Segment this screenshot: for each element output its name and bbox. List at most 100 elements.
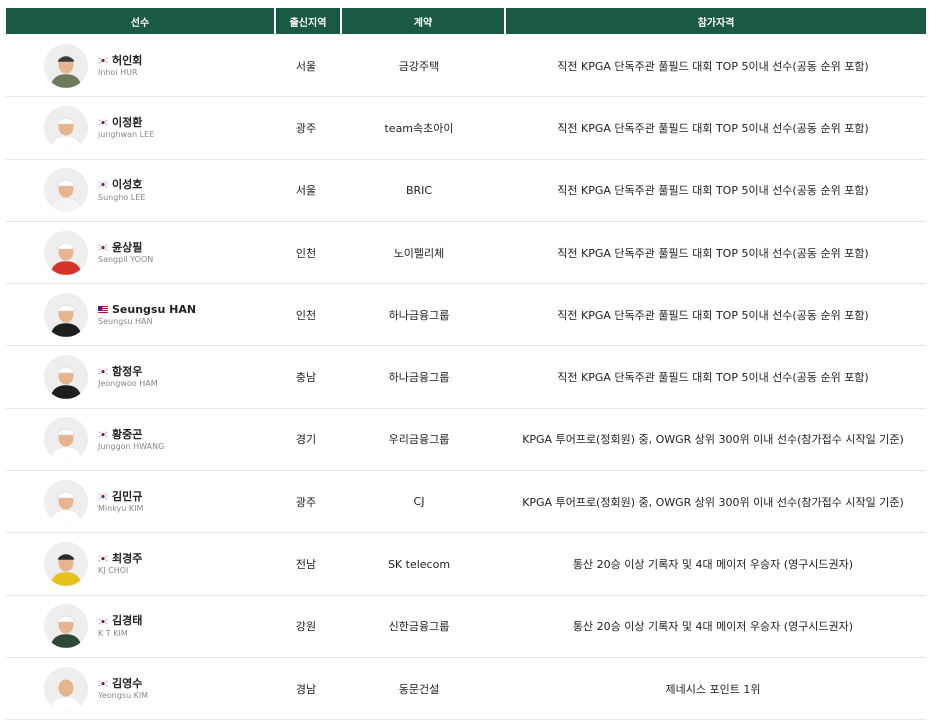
table-row[interactable]: 황중곤 Junggon HWANG 경기 우리금융그룹 KPGA 투어프로(정회… bbox=[6, 409, 926, 472]
avatar[interactable] bbox=[44, 168, 88, 213]
player-name-en: KJ CHOI bbox=[98, 566, 129, 576]
kr-flag-icon bbox=[98, 492, 108, 500]
player-name-line[interactable]: Seungsu HAN bbox=[98, 303, 196, 316]
region-cell: 서울 bbox=[295, 59, 317, 73]
player-name-kr: 윤상필 bbox=[112, 240, 143, 254]
region-cell: 충남 bbox=[295, 371, 317, 385]
region-cell: 광주 bbox=[295, 495, 317, 509]
table-row[interactable]: 김민규 Minkyu KIM 광주 CJ KPGA 투어프로(정회원) 중, O… bbox=[6, 471, 926, 534]
kr-flag-icon bbox=[98, 555, 108, 563]
player-name-kr: 이정환 bbox=[112, 116, 143, 130]
region-cell: 경기 bbox=[295, 433, 317, 447]
region-cell: 광주 bbox=[295, 121, 317, 135]
qualification-cell: 통산 20승 이상 기록자 및 4대 메이저 우승자 (영구시드권자) bbox=[572, 558, 854, 572]
player-name-line[interactable]: 함정우 bbox=[98, 365, 158, 378]
player-name-kr: 김영수 bbox=[112, 676, 143, 690]
player-name-en: Seungsu HAN bbox=[98, 317, 153, 327]
player-name-en: Inhoi HUR bbox=[98, 67, 138, 77]
player-names: 함정우 Jeongwoo HAM bbox=[98, 365, 158, 389]
player-name-kr: 김민규 bbox=[112, 489, 143, 503]
contract-cell: team속초아이 bbox=[384, 121, 454, 135]
avatar[interactable] bbox=[44, 417, 88, 462]
region-cell: 강원 bbox=[295, 620, 317, 634]
us-flag-icon bbox=[98, 306, 108, 314]
table-row[interactable]: 함정우 Jeongwoo HAM 충남 하나금융그룹 직전 KPGA 단독주관 … bbox=[6, 346, 926, 409]
avatar[interactable] bbox=[44, 43, 88, 88]
qualification-cell: KPGA 투어프로(정회원) 중, OWGR 상위 300위 이내 선수(참가접… bbox=[522, 495, 904, 509]
contract-cell: CJ bbox=[413, 495, 425, 509]
table-row[interactable]: 김영수 Yeongsu KIM 경남 동문건설 제네시스 포인트 1위 bbox=[6, 658, 926, 720]
region-cell: 전남 bbox=[295, 558, 317, 572]
table-row[interactable]: 최경주 KJ CHOI 전남 SK telecom 통산 20승 이상 기록자 … bbox=[6, 533, 926, 596]
player-names: Seungsu HAN Seungsu HAN bbox=[98, 303, 196, 327]
table-row[interactable]: 김경태 K T KIM 강원 신한금융그룹 통산 20승 이상 기록자 및 4대… bbox=[6, 596, 926, 658]
table-row[interactable]: 이성호 Sungho LEE 서울 BRIC 직전 KPGA 단독주관 풀필드 … bbox=[6, 160, 926, 222]
contract-cell: 우리금융그룹 bbox=[388, 433, 450, 447]
player-name-line[interactable]: 최경주 bbox=[98, 552, 142, 565]
avatar[interactable] bbox=[44, 479, 88, 524]
kr-flag-icon bbox=[98, 181, 108, 189]
player-cell: 윤상필 Sangpil YOON bbox=[6, 222, 274, 283]
player-name-line[interactable]: 이정환 bbox=[98, 116, 154, 129]
player-name-line[interactable]: 김경태 bbox=[98, 614, 142, 627]
region-cell: 경남 bbox=[295, 682, 317, 696]
contract-cell: 하나금융그룹 bbox=[388, 308, 450, 322]
player-cell: 이성호 Sungho LEE bbox=[6, 160, 274, 221]
player-name-line[interactable]: 이성호 bbox=[98, 178, 145, 191]
table-row[interactable]: 이정환 junghwan LEE 광주 team속초아이 직전 KPGA 단독주… bbox=[6, 97, 926, 160]
table-header: 선수 출신지역 계약 참가자격 bbox=[6, 8, 926, 34]
avatar[interactable] bbox=[44, 542, 88, 587]
table-row[interactable]: 윤상필 Sangpil YOON 인천 노이펠리체 직전 KPGA 단독주관 풀… bbox=[6, 222, 926, 285]
region-cell: 인천 bbox=[295, 308, 317, 322]
player-names: 김경태 K T KIM bbox=[98, 614, 142, 638]
kr-flag-icon bbox=[98, 56, 108, 64]
avatar[interactable] bbox=[44, 230, 88, 275]
contract-cell: 신한금융그룹 bbox=[388, 620, 450, 634]
region-cell: 인천 bbox=[295, 246, 317, 260]
player-names: 김영수 Yeongsu KIM bbox=[98, 677, 148, 701]
player-name-en: Jeongwoo HAM bbox=[98, 379, 158, 389]
table-row[interactable]: 허인회 Inhoi HUR 서울 금강주택 직전 KPGA 단독주관 풀필드 대… bbox=[6, 35, 926, 98]
contract-cell: BRIC bbox=[405, 183, 433, 197]
avatar[interactable] bbox=[44, 292, 88, 337]
player-cell: 이정환 junghwan LEE bbox=[6, 97, 274, 158]
player-cell: 허인회 Inhoi HUR bbox=[6, 35, 274, 96]
kr-flag-icon bbox=[98, 368, 108, 376]
avatar[interactable] bbox=[44, 604, 88, 649]
players-table: 선수 출신지역 계약 참가자격 허인회 Inhoi HUR 서울 금강주택 직전… bbox=[6, 8, 926, 720]
player-name-kr: 허인회 bbox=[112, 53, 143, 67]
player-cell: Seungsu HAN Seungsu HAN bbox=[6, 284, 274, 345]
table-body: 허인회 Inhoi HUR 서울 금강주택 직전 KPGA 단독주관 풀필드 대… bbox=[6, 35, 926, 720]
contract-cell: 노이펠리체 bbox=[393, 246, 445, 260]
player-name-kr: 이성호 bbox=[112, 178, 143, 192]
kr-flag-icon bbox=[98, 617, 108, 625]
qualification-cell: 직전 KPGA 단독주관 풀필드 대회 TOP 5이내 선수(공동 순위 포함) bbox=[557, 59, 869, 73]
player-name-kr: 황중곤 bbox=[112, 427, 143, 441]
player-name-kr: 김경태 bbox=[112, 614, 143, 628]
player-name-en: Minkyu KIM bbox=[98, 504, 144, 514]
qualification-cell: KPGA 투어프로(정회원) 중, OWGR 상위 300위 이내 선수(참가접… bbox=[522, 433, 904, 447]
player-name-line[interactable]: 허인회 bbox=[98, 54, 142, 67]
player-name-line[interactable]: 김민규 bbox=[98, 490, 143, 503]
player-cell: 김경태 K T KIM bbox=[6, 596, 274, 657]
player-name-line[interactable]: 황중곤 bbox=[98, 428, 164, 441]
player-name-line[interactable]: 김영수 bbox=[98, 677, 148, 690]
contract-cell: 하나금융그룹 bbox=[388, 371, 450, 385]
player-name-kr: 최경주 bbox=[112, 552, 143, 566]
player-names: 윤상필 Sangpil YOON bbox=[98, 241, 153, 265]
player-name-en: junghwan LEE bbox=[98, 130, 155, 140]
kr-flag-icon bbox=[98, 679, 108, 687]
player-cell: 황중곤 Junggon HWANG bbox=[6, 409, 274, 470]
player-names: 이정환 junghwan LEE bbox=[98, 116, 154, 140]
table-row[interactable]: Seungsu HAN Seungsu HAN 인천 하나금융그룹 직전 KPG… bbox=[6, 284, 926, 347]
qualification-cell: 직전 KPGA 단독주관 풀필드 대회 TOP 5이내 선수(공동 순위 포함) bbox=[557, 371, 869, 385]
player-name-line[interactable]: 윤상필 bbox=[98, 241, 153, 254]
avatar[interactable] bbox=[44, 105, 88, 150]
player-names: 이성호 Sungho LEE bbox=[98, 178, 145, 202]
avatar[interactable] bbox=[44, 666, 88, 711]
qualification-cell: 통산 20승 이상 기록자 및 4대 메이저 우승자 (영구시드권자) bbox=[572, 620, 854, 634]
avatar[interactable] bbox=[44, 355, 88, 400]
player-name-en: Sangpil YOON bbox=[98, 254, 154, 264]
kr-flag-icon bbox=[98, 119, 108, 127]
kr-flag-icon bbox=[98, 243, 108, 251]
